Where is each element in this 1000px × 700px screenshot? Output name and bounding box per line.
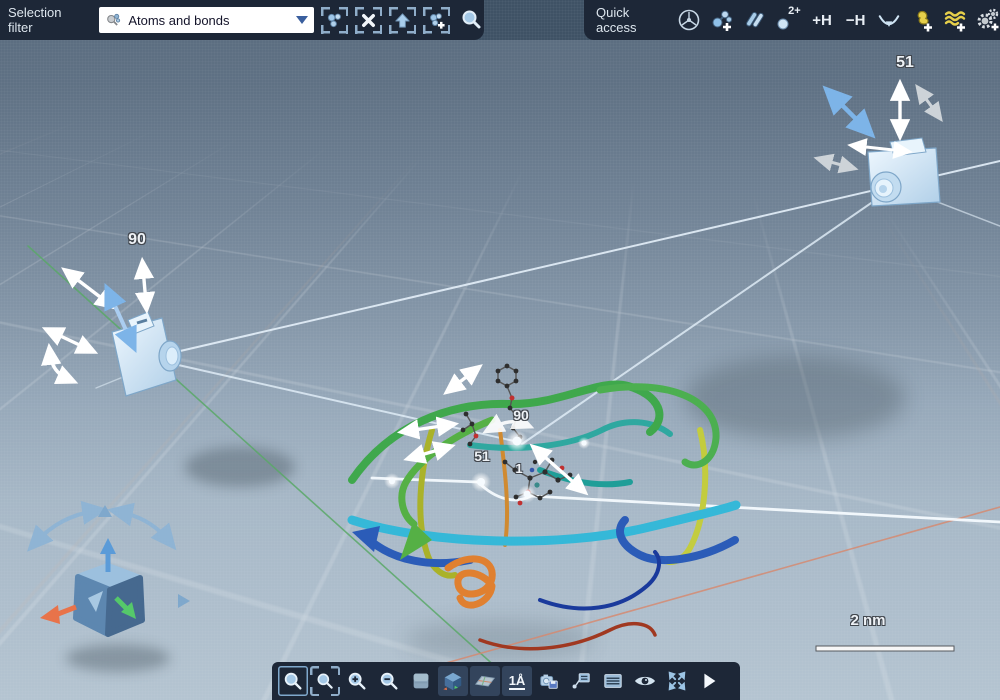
zoom-out-button[interactable]: [374, 666, 404, 696]
ground-plane-button[interactable]: [470, 666, 500, 696]
chevron-down-icon: [296, 16, 308, 24]
center-label-51: 51: [474, 448, 490, 464]
add-to-selection-button[interactable]: [423, 7, 450, 34]
clear-selection-button[interactable]: [355, 7, 382, 34]
hud-button[interactable]: [598, 666, 628, 696]
labels-button[interactable]: [566, 666, 596, 696]
magnifier-icon: [460, 9, 482, 31]
viewport-toolbar: 1Å: [272, 662, 740, 700]
remove-hydrogens-button[interactable]: −H: [843, 12, 868, 29]
navigation-cube[interactable]: [36, 505, 190, 634]
eye-icon: [633, 669, 657, 693]
background-style-button[interactable]: [406, 666, 436, 696]
scene-canvas: [0, 0, 1000, 700]
quick-access-label: Quick access: [596, 5, 664, 35]
nav-cube-icon: [442, 670, 464, 692]
orbit-right-arrow[interactable]: [120, 512, 168, 540]
snapshot-button[interactable]: [534, 666, 564, 696]
grid-plane-icon: [474, 670, 496, 692]
protein-ribbon[interactable]: [352, 385, 736, 649]
rotate-up-arrow[interactable]: [98, 505, 112, 517]
expand-arrows-icon: [666, 670, 688, 692]
bonds-icon[interactable]: [743, 8, 767, 32]
background-icon: [410, 670, 432, 692]
center-label-90: 90: [513, 407, 529, 423]
viewport-window: 90 51 90 51 1 2 nm Selection filter Atom…: [0, 0, 1000, 700]
zoom-out-icon: [378, 670, 400, 692]
select-parent-button[interactable]: [389, 7, 416, 34]
scale-ruler-button[interactable]: 1Å: [502, 666, 532, 696]
add-atoms-icon[interactable]: [710, 8, 734, 32]
selection-filter-label: Selection filter: [8, 5, 88, 35]
up-arrow-icon: [393, 11, 412, 30]
atoms-plus-icon: [427, 11, 446, 30]
preferences-gears-icon[interactable]: [976, 8, 1000, 32]
scale-bar: [816, 646, 954, 651]
navigation-cube-button[interactable]: [438, 666, 468, 696]
selection-toolbar: Selection filter Atoms and bonds: [0, 0, 484, 40]
zoom-in-icon: [346, 670, 368, 692]
center-label-1: 1: [515, 461, 522, 476]
select-atoms-button[interactable]: [321, 7, 348, 34]
zoom-tool-button[interactable]: [278, 666, 308, 696]
charge-2plus-label: 2+: [788, 5, 801, 17]
formal-charge-icon[interactable]: 2+: [776, 8, 801, 32]
magnifier-icon: [282, 670, 304, 692]
rotate-right-arrow[interactable]: [178, 594, 190, 608]
atoms-icon: [325, 11, 344, 30]
hud-panel-icon: [602, 670, 624, 692]
orbit-left-arrow[interactable]: [36, 511, 95, 542]
zoom-in-button[interactable]: [342, 666, 372, 696]
zoom-to-selection-button[interactable]: [457, 7, 484, 34]
minimize-energy-icon[interactable]: [877, 8, 901, 32]
periodic-table-icon[interactable]: [677, 8, 701, 32]
play-icon: [698, 670, 720, 692]
label-flag-icon: [570, 670, 592, 692]
quick-access-toolbar: Quick access: [584, 0, 1000, 40]
camera-label-left: 90: [128, 231, 146, 249]
add-surface-icon[interactable]: [943, 8, 967, 32]
x-icon: [359, 11, 378, 30]
visibility-button[interactable]: [630, 666, 660, 696]
fullscreen-button[interactable]: [662, 666, 692, 696]
play-button[interactable]: [694, 666, 724, 696]
selection-filter-lens-icon: [105, 11, 123, 29]
add-hydrogens-button[interactable]: +H: [810, 12, 835, 29]
angstrom-scale-label: 1Å: [509, 673, 526, 690]
selection-filter-value: Atoms and bonds: [128, 13, 291, 28]
add-shape-icon[interactable]: [910, 8, 934, 32]
scale-bar-label: 2 nm: [850, 612, 885, 629]
selection-filter-dropdown[interactable]: Atoms and bonds: [99, 7, 314, 33]
camera-save-icon: [538, 670, 560, 692]
magnifier-region-icon: [315, 671, 335, 691]
zoom-region-button[interactable]: [310, 666, 340, 696]
camera-label-right: 51: [896, 54, 914, 72]
